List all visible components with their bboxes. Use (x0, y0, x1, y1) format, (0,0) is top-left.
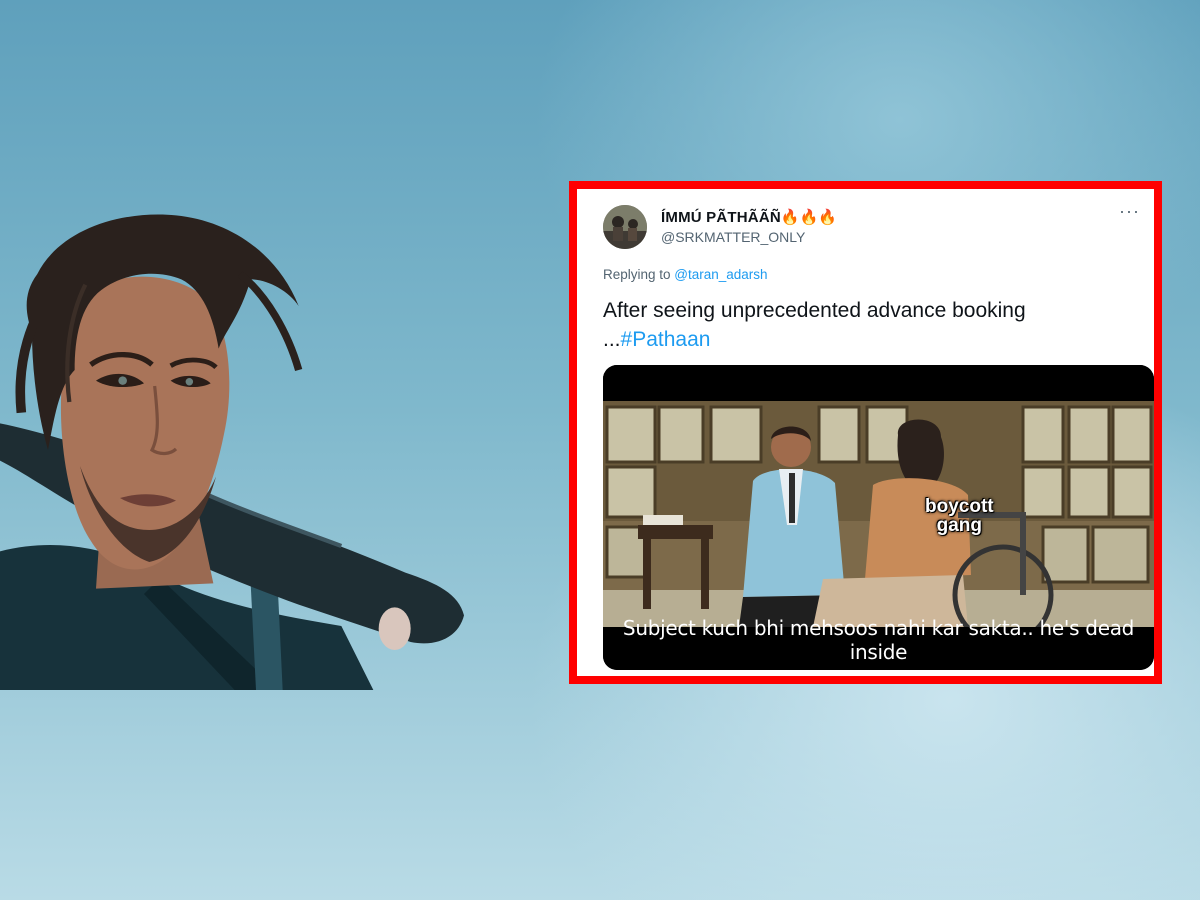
actor-portrait (0, 214, 464, 690)
highlight-frame: ÍMMÚ PÃTHÃÃÑ🔥🔥🔥 @SRKMATTER_ONLY ··· Repl… (569, 181, 1162, 684)
tweet-media-image[interactable]: boycott gang Subject kuch bhi mehsoos na… (603, 365, 1154, 670)
tweet-text-line2: ...#Pathaan (603, 325, 1134, 354)
tweet-text: After seeing unprecedented advance booki… (603, 296, 1134, 354)
tweet-ellipsis: ... (603, 328, 621, 351)
replying-prefix: Replying to (603, 267, 675, 282)
tweet-header: ÍMMÚ PÃTHÃÃÑ🔥🔥🔥 @SRKMATTER_ONLY (603, 205, 1134, 249)
display-name-row[interactable]: ÍMMÚ PÃTHÃÃÑ🔥🔥🔥 (661, 208, 837, 227)
display-name[interactable]: ÍMMÚ PÃTHÃÃÑ (661, 209, 781, 226)
reply-mention-link[interactable]: @taran_adarsh (674, 267, 767, 282)
meme-label: boycott gang (925, 497, 994, 535)
meme-caption: Subject kuch bhi mehsoos nahi kar sakta.… (622, 616, 1135, 664)
avatar[interactable] (603, 205, 647, 249)
author-block: ÍMMÚ PÃTHÃÃÑ🔥🔥🔥 @SRKMATTER_ONLY (661, 208, 837, 245)
user-handle[interactable]: @SRKMATTER_ONLY (661, 229, 837, 245)
more-options-icon[interactable]: ··· (1119, 202, 1140, 220)
replying-to: Replying to @taran_adarsh (603, 267, 1134, 282)
meme-label-boycott: boycott (925, 496, 994, 517)
tweet-text-line1: After seeing unprecedented advance booki… (603, 299, 1026, 322)
hashtag-link[interactable]: #Pathaan (621, 328, 711, 351)
meme-label-gang: gang (936, 515, 982, 536)
tweet-card[interactable]: ÍMMÚ PÃTHÃÃÑ🔥🔥🔥 @SRKMATTER_ONLY ··· Repl… (577, 189, 1154, 676)
fire-emoji: 🔥🔥🔥 (780, 209, 837, 226)
